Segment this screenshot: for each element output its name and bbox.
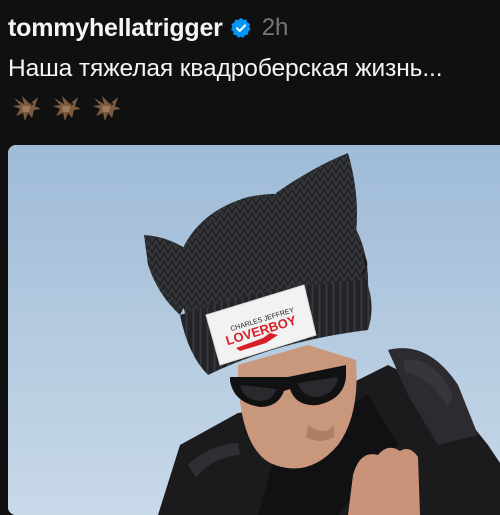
emoji-row [10,92,124,126]
post-caption: Наша тяжелая квадроберская жизнь... [8,55,443,82]
post-photo: CHARLES JEFFREY LOVERBOY [8,145,500,515]
post-header: tommyhellatrigger 2h [8,10,288,46]
post-media[interactable]: CHARLES JEFFREY LOVERBOY [8,145,500,515]
verified-badge-icon [230,17,251,38]
username[interactable]: tommyhellatrigger [8,14,223,43]
dragon-icon [53,96,81,121]
dragon-icon [93,96,121,121]
dragon-icon [13,96,41,121]
post-timestamp[interactable]: 2h [262,14,289,42]
